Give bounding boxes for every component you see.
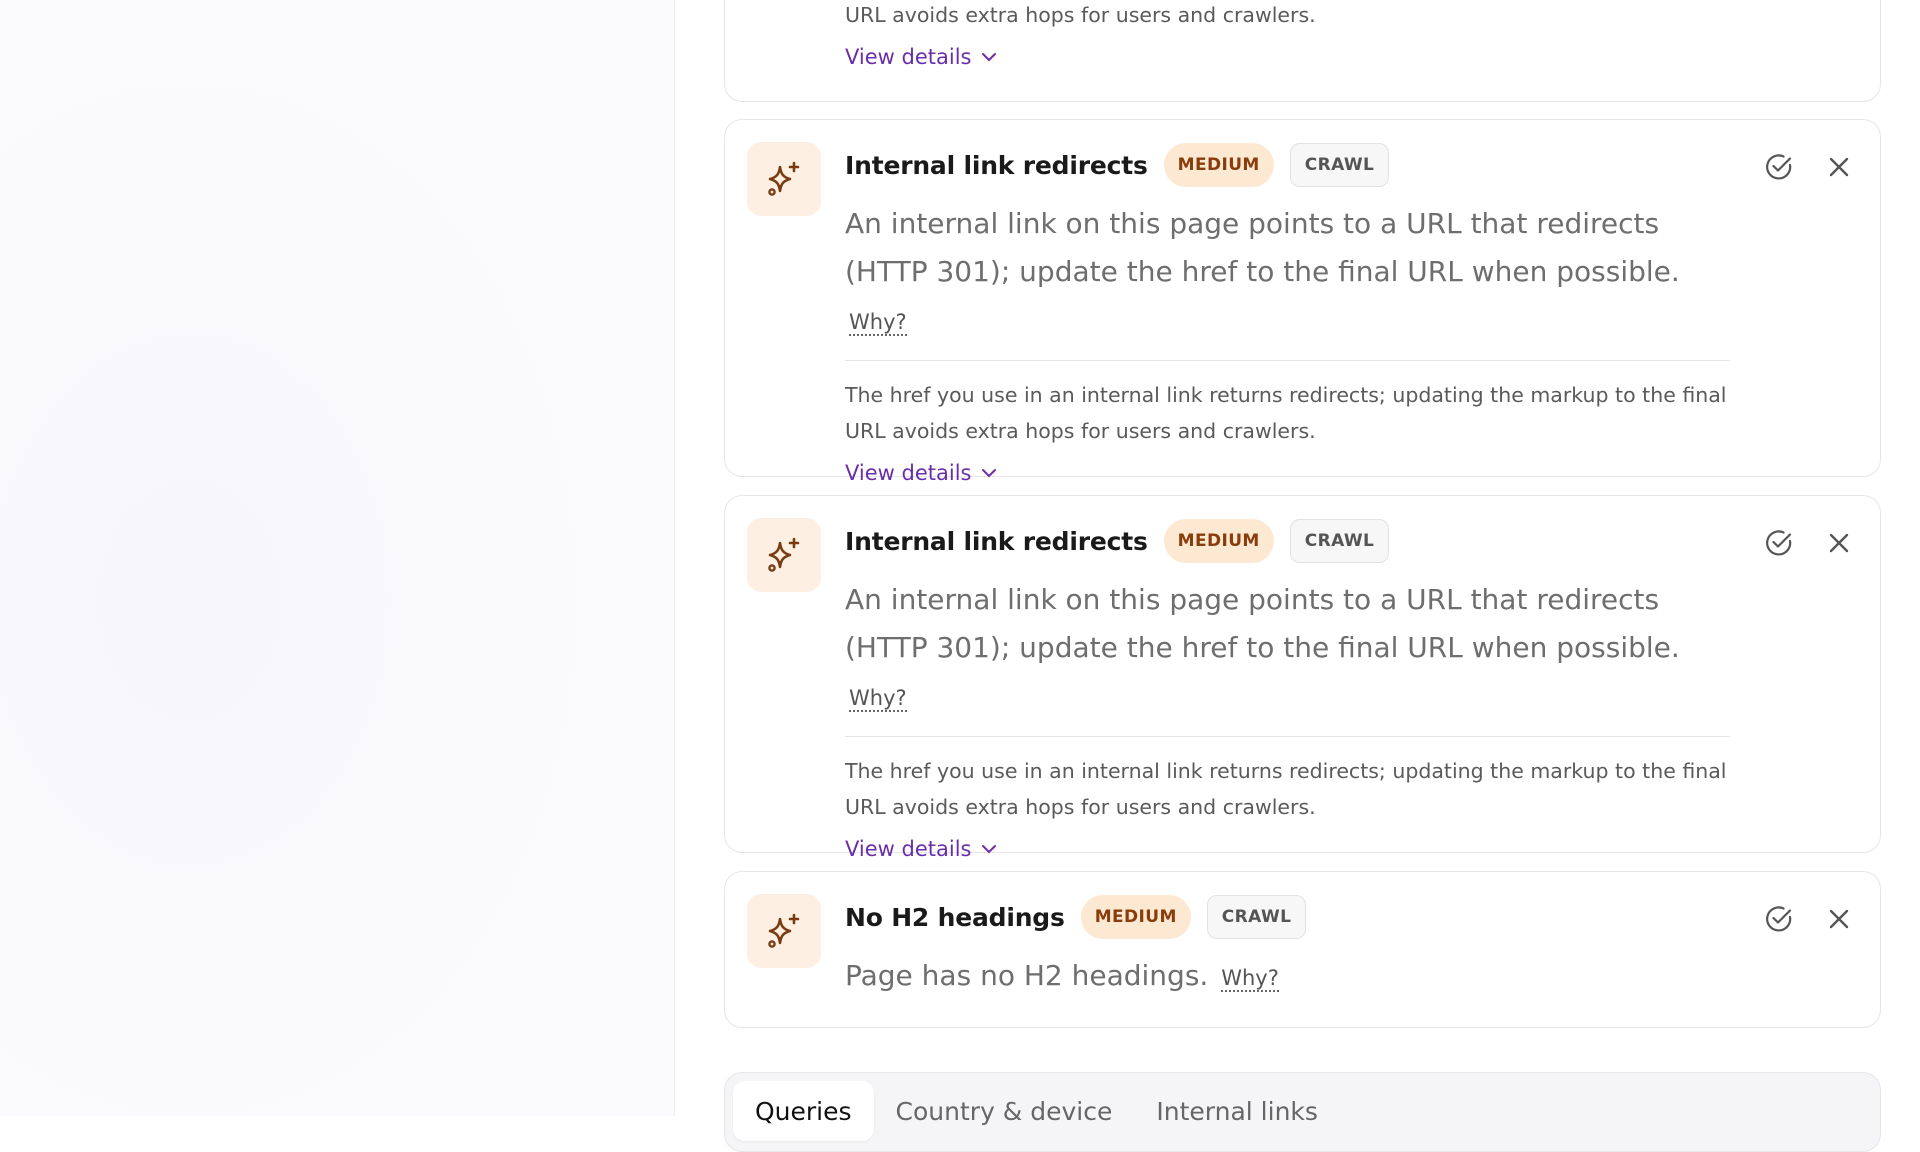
category-badge: CRAWL <box>1206 895 1307 939</box>
resolve-button[interactable] <box>1764 528 1794 558</box>
issue-actions <box>1764 152 1854 182</box>
issue-explanation: The href you use in an internal link ret… <box>845 383 1727 443</box>
chevron-down-icon <box>982 469 997 477</box>
sparkles-icon <box>768 913 800 948</box>
sparkles-icon <box>768 537 800 572</box>
resolve-button[interactable] <box>1764 904 1794 934</box>
issues-panel: URL avoids extra hops for users and craw… <box>676 0 1920 1152</box>
close-icon <box>1829 157 1849 177</box>
tab-internal-links[interactable]: Internal links <box>1134 1081 1340 1141</box>
why-link[interactable]: Why? <box>849 686 907 712</box>
issue-summary-text: Page has no H2 headings. <box>845 959 1209 992</box>
issue-card: Internal link redirects MEDIUM CRAWL An … <box>724 119 1881 485</box>
close-icon <box>1829 533 1849 553</box>
divider <box>845 736 1730 737</box>
view-details-link[interactable]: View details <box>845 45 997 69</box>
category-badge: CRAWL <box>1289 143 1390 187</box>
close-icon <box>1829 909 1849 929</box>
issue-summary: An internal link on this page points to … <box>845 576 1730 722</box>
resolve-button[interactable] <box>1764 152 1794 182</box>
issue-summary: Page has no H2 headings. Why? <box>845 952 1730 1002</box>
issue-summary-text: An internal link on this page points to … <box>845 207 1680 288</box>
issue-actions <box>1764 904 1854 934</box>
chevron-down-icon <box>982 53 997 61</box>
dismiss-button[interactable] <box>1824 152 1854 182</box>
why-link[interactable]: Why? <box>849 310 907 336</box>
issue-title: Internal link redirects <box>845 526 1148 556</box>
issue-card-partial: URL avoids extra hops for users and craw… <box>724 0 1881 102</box>
severity-badge: MEDIUM <box>1080 895 1191 939</box>
severity-badge: MEDIUM <box>1163 143 1274 187</box>
issue-icon-tile <box>747 518 821 592</box>
tab-country-device[interactable]: Country & device <box>874 1081 1135 1141</box>
issue-explanation: The href you use in an internal link ret… <box>845 759 1727 819</box>
view-details-label: View details <box>845 837 972 861</box>
tab-bar: Queries Country & device Internal links <box>725 1073 1880 1141</box>
issue-actions <box>1764 528 1854 558</box>
view-details-label: View details <box>845 45 972 69</box>
dismiss-button[interactable] <box>1824 904 1854 934</box>
divider <box>845 360 1730 361</box>
tabs-container: Queries Country & device Internal links <box>724 1072 1881 1152</box>
issue-icon-tile <box>747 894 821 968</box>
issue-title-row: Internal link redirects MEDIUM CRAWL <box>845 142 1730 188</box>
view-details-label: View details <box>845 461 972 485</box>
issue-explanation: URL avoids extra hops for users and craw… <box>845 3 1316 27</box>
issue-title: Internal link redirects <box>845 150 1148 180</box>
issue-card: No H2 headings MEDIUM CRAWL Page has no … <box>724 871 1881 1028</box>
chevron-down-icon <box>982 845 997 853</box>
issue-title-row: No H2 headings MEDIUM CRAWL <box>845 894 1730 940</box>
issue-title: No H2 headings <box>845 902 1065 932</box>
sparkles-icon <box>768 161 800 196</box>
view-details-link[interactable]: View details <box>845 461 997 485</box>
view-details-link[interactable]: View details <box>845 837 997 861</box>
check-circle-icon <box>1766 906 1792 932</box>
issue-summary: An internal link on this page points to … <box>845 200 1730 346</box>
why-link[interactable]: Why? <box>1221 966 1279 992</box>
dismiss-button[interactable] <box>1824 528 1854 558</box>
issue-card: Internal link redirects MEDIUM CRAWL An … <box>724 495 1881 861</box>
issue-icon-tile <box>747 142 821 216</box>
check-circle-icon <box>1766 530 1792 556</box>
issue-title-row: Internal link redirects MEDIUM CRAWL <box>845 518 1730 564</box>
severity-badge: MEDIUM <box>1163 519 1274 563</box>
tab-queries[interactable]: Queries <box>733 1081 874 1141</box>
category-badge: CRAWL <box>1289 519 1390 563</box>
left-panel <box>0 0 675 1116</box>
issue-summary-text: An internal link on this page points to … <box>845 583 1680 664</box>
check-circle-icon <box>1766 154 1792 180</box>
